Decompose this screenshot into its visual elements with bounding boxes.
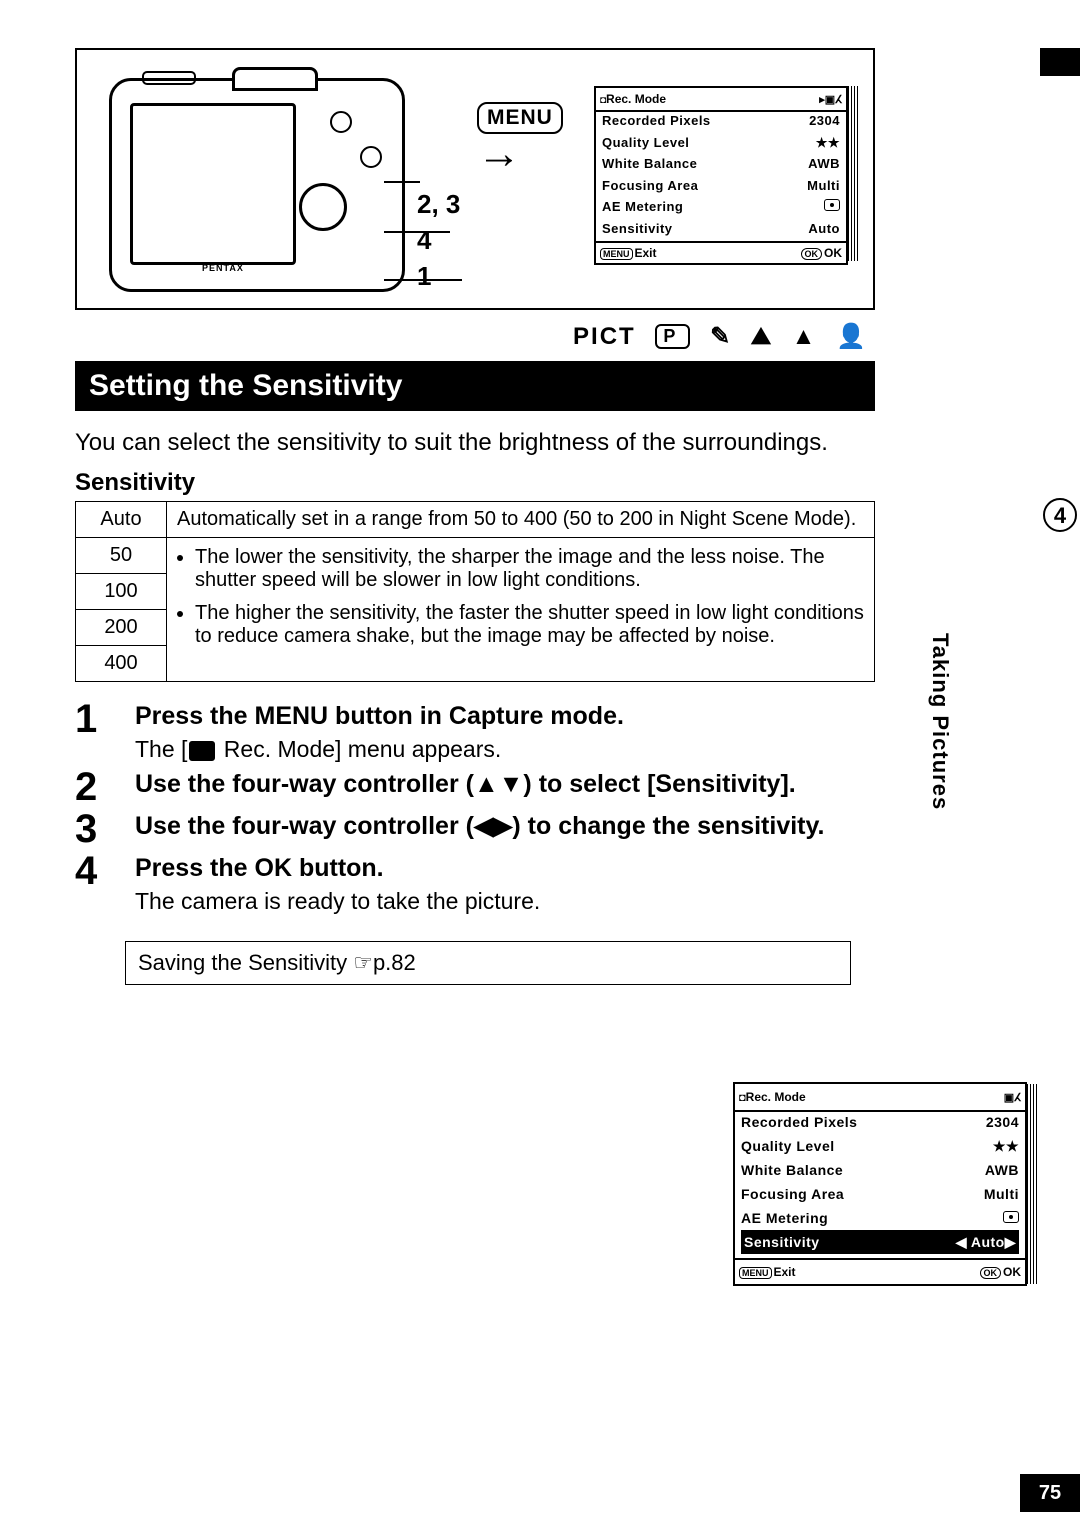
table-auto-label: Auto: [76, 502, 167, 538]
table-50: 50: [76, 538, 167, 574]
step-1-title: Press the MENU button in Capture mode.: [135, 700, 875, 732]
lcd-row: AE Metering: [602, 196, 840, 218]
mode-icons-row: PICT P ✎ ⛰ ▲ 👤: [75, 322, 873, 351]
step-2-title: Use the four-way controller (▲▼) to sele…: [135, 768, 875, 800]
step-3-title: Use the four-way controller (◀▶) to chan…: [135, 810, 875, 842]
lcd-row: White BalanceAWB: [602, 153, 840, 175]
lcd2-tabs-icon: ▣ⵃ: [1004, 1091, 1021, 1104]
step-label-2-3: 2, 3: [417, 186, 460, 222]
step-1-sub: The [ Rec. Mode] menu appears.: [135, 734, 875, 764]
lcd2-ok-badge: OK: [980, 1267, 1002, 1279]
step-label-4: 4: [417, 222, 460, 258]
table-bullet-2: The higher the sensitivity, the faster t…: [195, 602, 864, 648]
lcd2-ok: OK: [1003, 1265, 1021, 1279]
step-label-1: 1: [417, 258, 460, 294]
step-4-sub: The camera is ready to take the picture.: [135, 886, 875, 916]
table-100: 100: [76, 574, 167, 610]
arrow-right-icon: →: [477, 142, 521, 166]
table-auto-desc: Automatically set in a range from 50 to …: [167, 502, 875, 538]
lcd-row: SensitivityAuto: [602, 218, 840, 240]
diagram-box: PENTAX MENU → 2, 3 4 1 ◘Rec. Mode ▸▣ⵃ Re…: [75, 48, 875, 310]
step-3-number: 3: [75, 810, 115, 848]
lcd2-page-shadow-icon: [1027, 1084, 1039, 1284]
mode-icons: ✎ ⛰ ▲ 👤: [710, 323, 873, 350]
step-4-title: Press the OK button.: [135, 852, 875, 884]
camera-icon: [189, 741, 215, 761]
pict-label: PICT: [573, 323, 636, 350]
sensitivity-table: Auto Automatically set in a range from 5…: [75, 501, 875, 682]
lcd-page-shadow-icon: [848, 86, 860, 261]
reference-box: Saving the Sensitivity ☞p.82: [125, 941, 851, 985]
p-mode-icon: P: [655, 324, 690, 349]
lcd-row: Focusing AreaMulti: [741, 1182, 1019, 1206]
lcd-row: Quality Level★★: [602, 132, 840, 154]
lcd1-ok-badge: OK: [801, 248, 823, 260]
lcd1-exit: Exit: [635, 246, 657, 260]
lcd-row: White BalanceAWB: [741, 1158, 1019, 1182]
camera-brand: PENTAX: [202, 263, 244, 273]
intro-text: You can select the sensitivity to suit t…: [75, 427, 875, 459]
sensitivity-subhead: Sensitivity: [75, 469, 875, 497]
lcd-row: Recorded Pixels2304: [741, 1110, 1019, 1134]
page-number: 75: [1020, 1474, 1080, 1512]
lcd-screen-steps: ◘Rec. Mode ▣ⵃ Recorded Pixels2304Quality…: [733, 1082, 1027, 1286]
lcd1-ok: OK: [824, 246, 842, 260]
lcd-row: Quality Level★★: [741, 1134, 1019, 1158]
side-black-stripe: [1040, 48, 1080, 76]
lcd-row: Recorded Pixels2304: [602, 110, 840, 132]
step-2-number: 2: [75, 768, 115, 806]
step-1-number: 1: [75, 700, 115, 764]
lcd-screen-diagram: ◘Rec. Mode ▸▣ⵃ Recorded Pixels2304Qualit…: [594, 86, 848, 265]
chapter-title: Taking Pictures: [927, 633, 953, 810]
lcd1-menu-badge: MENU: [600, 248, 633, 260]
camera-graphic: PENTAX: [109, 78, 405, 292]
table-desc-block: The lower the sensitivity, the sharper t…: [167, 538, 875, 682]
lcd-row: Focusing AreaMulti: [602, 175, 840, 197]
lcd-row: Sensitivity◀ Auto▶: [741, 1230, 1019, 1254]
lcd-row: AE Metering: [741, 1206, 1019, 1230]
diagram-step-numbers: 2, 3 4 1: [417, 186, 460, 294]
lcd1-tabs-icon: ▸▣ⵃ: [819, 93, 842, 106]
table-400: 400: [76, 646, 167, 682]
lcd1-header: Rec. Mode: [606, 92, 666, 106]
lcd2-exit: Exit: [774, 1265, 796, 1279]
step-4-number: 4: [75, 852, 115, 916]
table-bullet-1: The lower the sensitivity, the sharper t…: [195, 546, 864, 592]
table-200: 200: [76, 610, 167, 646]
chapter-number-circle: 4: [1043, 498, 1077, 532]
section-header: Setting the Sensitivity: [75, 361, 875, 411]
lcd2-menu-badge: MENU: [739, 1267, 772, 1279]
lcd2-header: Rec. Mode: [746, 1090, 806, 1104]
